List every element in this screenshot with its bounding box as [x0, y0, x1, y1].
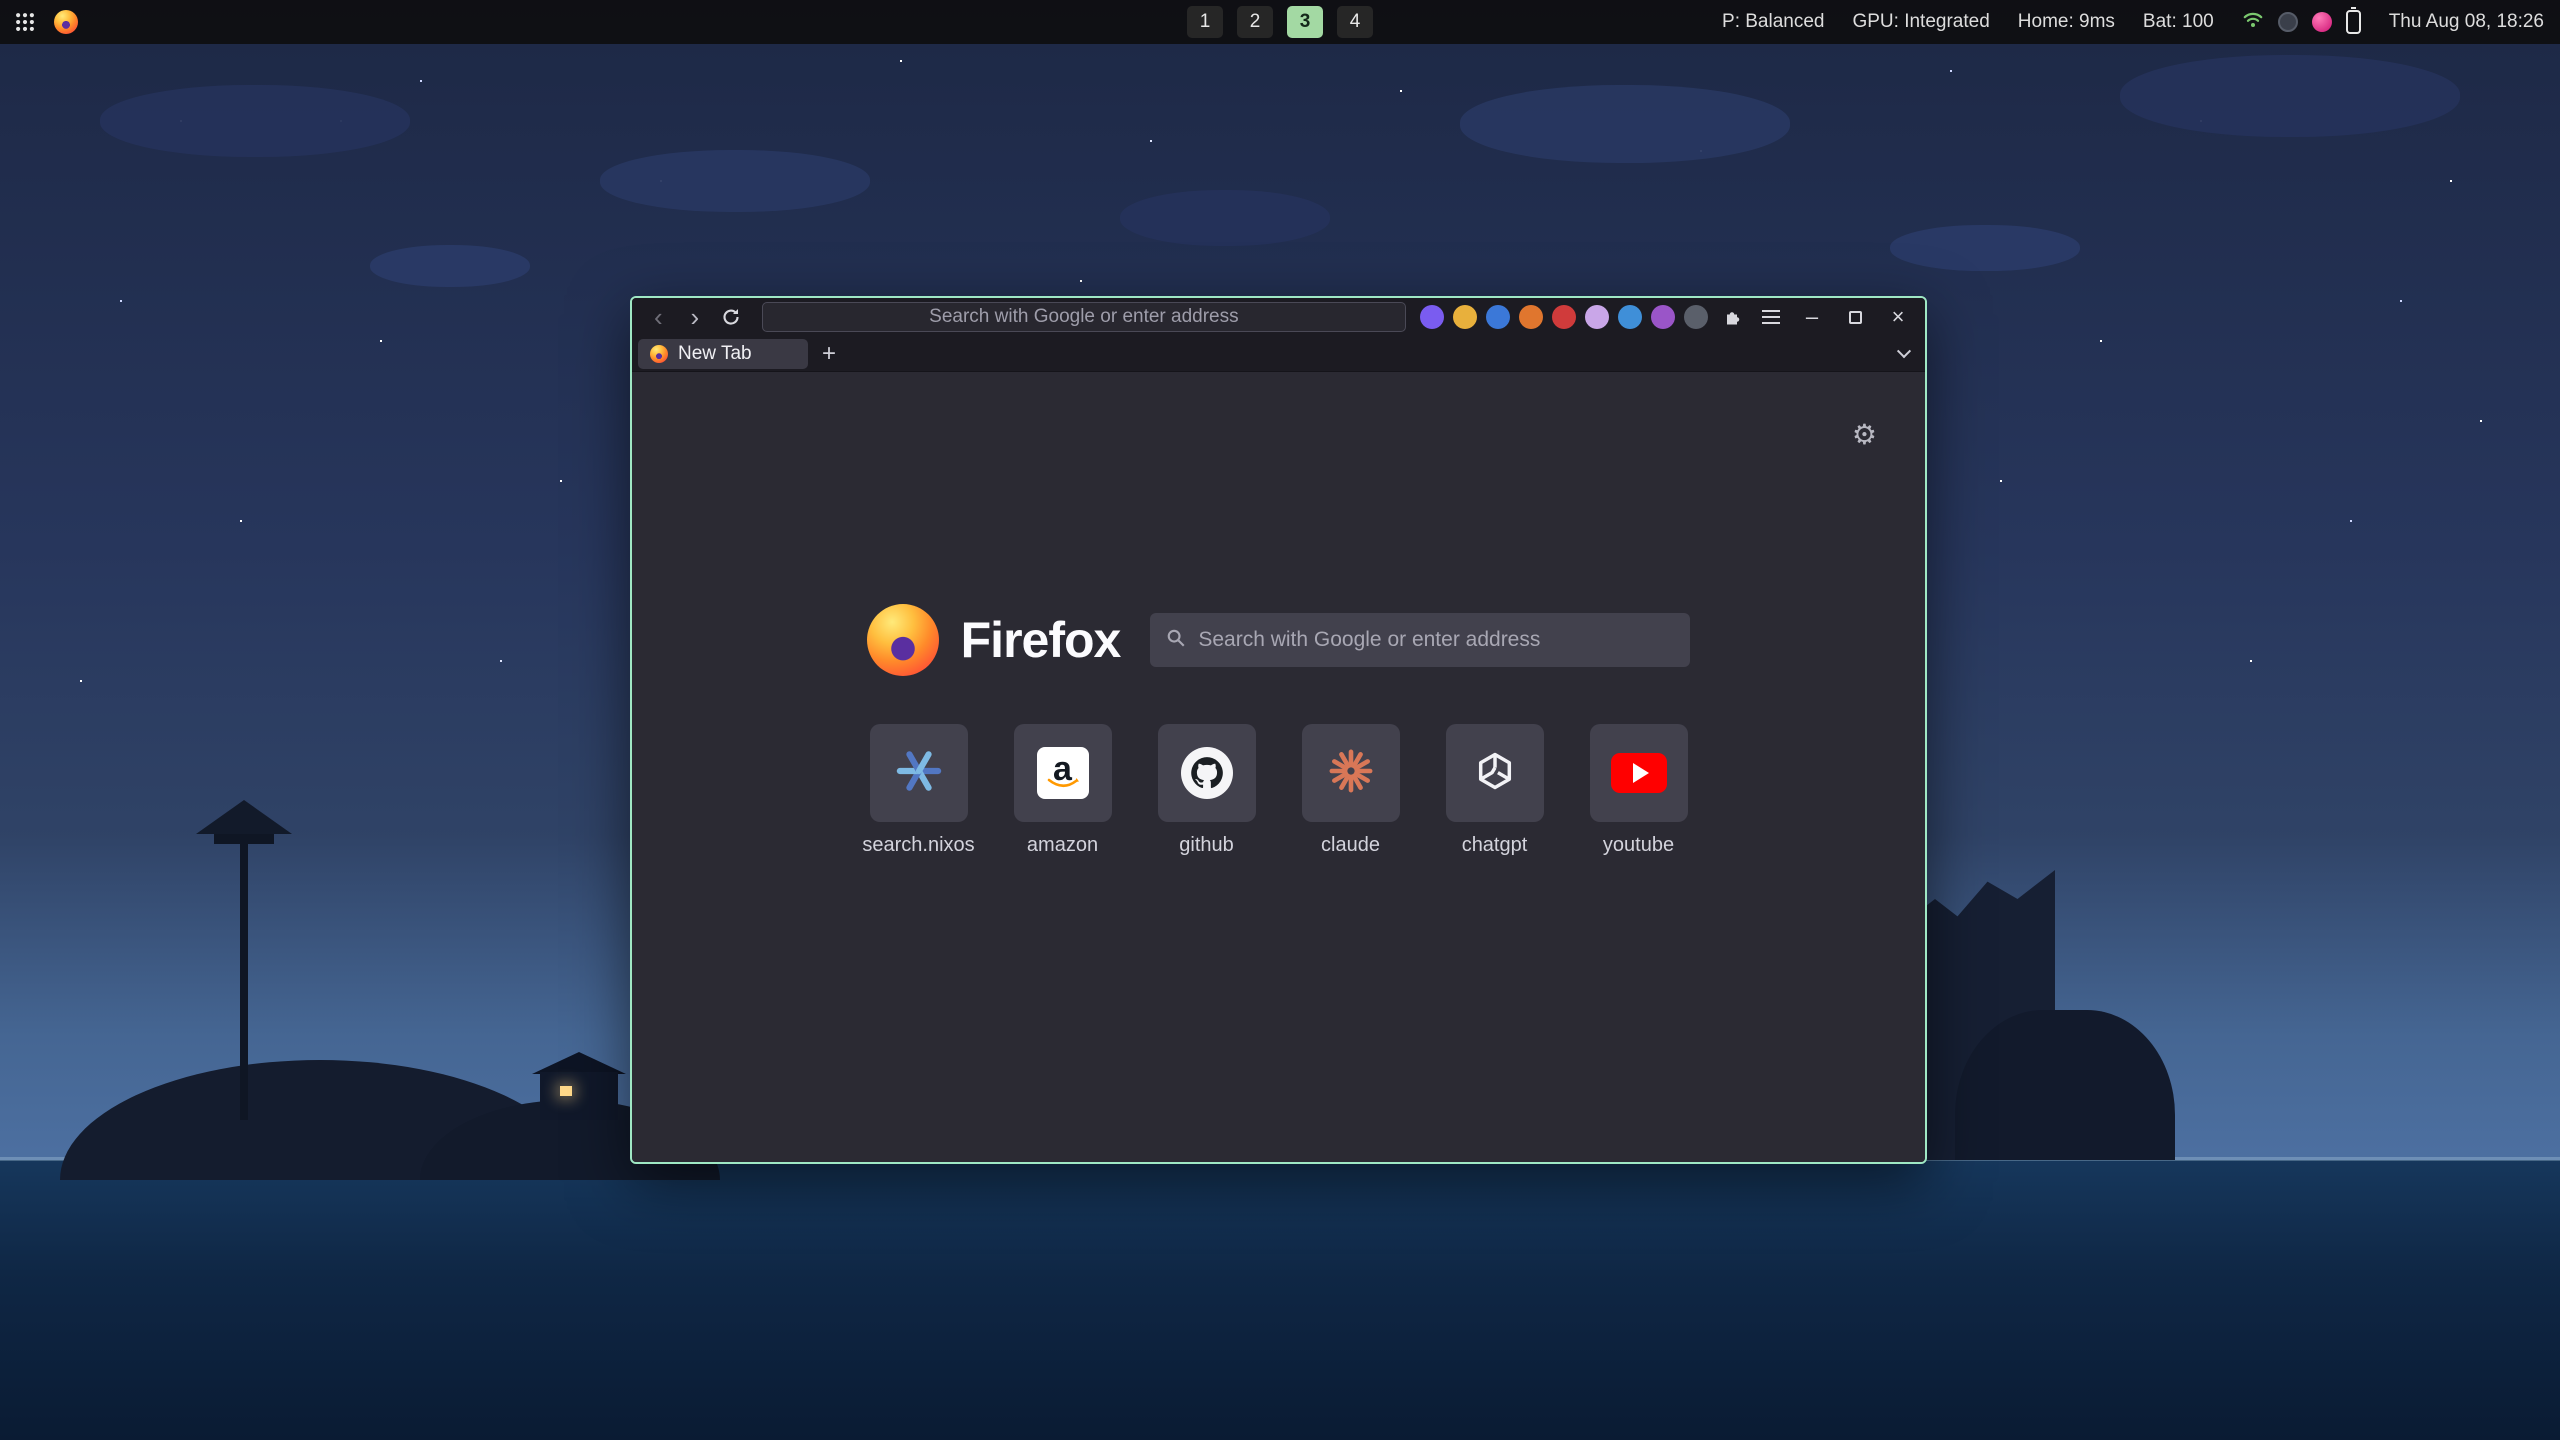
shortcut-amazon[interactable]: a amazon [1014, 724, 1112, 857]
new-tab-page: ⚙ Firefox [632, 372, 1925, 1162]
hut-window-light [560, 1086, 572, 1096]
shortcut-label: github [1179, 834, 1234, 857]
firefox-window: ‹ › – [630, 296, 1927, 1164]
watchtower [240, 820, 248, 1120]
extension-icon-2[interactable] [1453, 305, 1477, 329]
close-button[interactable]: × [1881, 302, 1915, 332]
extension-icon-5[interactable] [1552, 305, 1576, 329]
cloud [370, 245, 530, 287]
shortcut-youtube[interactable]: youtube [1590, 724, 1688, 857]
extension-icon-7[interactable] [1618, 305, 1642, 329]
minimize-button[interactable]: – [1795, 302, 1829, 332]
workspace-1[interactable]: 1 [1187, 6, 1223, 38]
firefox-logo [867, 604, 939, 676]
menu-icon[interactable] [1756, 302, 1786, 332]
network-icon[interactable] [2242, 9, 2264, 35]
shortcut-github[interactable]: github [1158, 724, 1256, 857]
extension-icon-1[interactable] [1420, 305, 1444, 329]
device-icon[interactable] [2346, 10, 2361, 34]
extensions-puzzle-icon[interactable] [1717, 302, 1747, 332]
search-icon [1166, 628, 1186, 653]
cloud [1890, 225, 2080, 271]
watchtower-roof [196, 800, 292, 834]
shortcut-card [1302, 724, 1400, 822]
shortcut-search-nixos[interactable]: search.nixos [870, 724, 968, 857]
shortcut-chatgpt[interactable]: chatgpt [1446, 724, 1544, 857]
cloud [600, 150, 870, 212]
newtab-search-bar [1150, 613, 1690, 667]
cloud [1120, 190, 1330, 246]
cliff [1955, 1010, 2175, 1160]
shortcut-card: a [1014, 724, 1112, 822]
latency-status: Home: 9ms [2018, 11, 2115, 33]
shortcut-tiles: search.nixos a amazon [870, 724, 1688, 857]
shortcut-label: chatgpt [1462, 834, 1528, 857]
back-button[interactable]: ‹ [642, 302, 675, 332]
chatgpt-icon [1473, 749, 1517, 798]
power-profile-status: P: Balanced [1722, 11, 1824, 33]
new-tab-button[interactable]: + [814, 339, 844, 369]
clock: Thu Aug 08, 18:26 [2389, 11, 2544, 33]
statusbar-icons [2242, 9, 2361, 35]
claude-icon [1328, 748, 1374, 799]
maximize-button[interactable] [1838, 302, 1872, 332]
gpu-status: GPU: Integrated [1852, 11, 1989, 33]
cloud [2120, 55, 2460, 137]
cloud [1460, 85, 1790, 163]
watchtower-deck [214, 834, 274, 844]
reload-button[interactable] [715, 302, 748, 332]
hut-roof [532, 1052, 626, 1074]
shortcut-card [1158, 724, 1256, 822]
hut [540, 1072, 618, 1120]
shortcut-card [1590, 724, 1688, 822]
cloud [100, 85, 410, 157]
personalize-gear-icon[interactable]: ⚙ [1852, 418, 1877, 451]
tab-new-tab[interactable]: New Tab [638, 339, 808, 369]
youtube-icon [1611, 753, 1667, 793]
tab-bar: New Tab + [632, 336, 1925, 372]
newtab-search-input[interactable] [1198, 628, 1674, 652]
shortcut-label: youtube [1603, 834, 1674, 857]
workspace-4[interactable]: 4 [1337, 6, 1373, 38]
firefox-favicon [650, 345, 668, 363]
shortcut-card [1446, 724, 1544, 822]
extension-buttons: – × [1420, 302, 1915, 332]
bluetooth-icon[interactable] [2278, 12, 2298, 32]
battery-status: Bat: 100 [2143, 11, 2214, 33]
shortcut-label: search.nixos [862, 834, 974, 857]
nixos-icon [896, 748, 942, 799]
extension-icon-8[interactable] [1651, 305, 1675, 329]
shortcut-card [870, 724, 968, 822]
extension-icon-4[interactable] [1519, 305, 1543, 329]
brand-row: Firefox [867, 604, 1691, 676]
browser-toolbar: ‹ › – [632, 298, 1925, 336]
ocean [0, 1160, 2560, 1440]
firefox-taskbar-icon[interactable] [54, 10, 78, 34]
statusbar-left [0, 10, 78, 34]
amazon-icon: a [1037, 747, 1089, 799]
list-all-tabs-icon[interactable] [1889, 339, 1919, 369]
firefox-wordmark: Firefox [961, 611, 1121, 669]
url-bar [762, 302, 1406, 332]
github-icon [1181, 747, 1233, 799]
extension-icon-9[interactable] [1684, 305, 1708, 329]
color-indicator-icon[interactable] [2312, 12, 2332, 32]
shortcut-label: amazon [1027, 834, 1098, 857]
tab-title: New Tab [678, 343, 752, 365]
statusbar-right: P: Balanced GPU: Integrated Home: 9ms Ba… [1722, 9, 2560, 35]
app-launcher-icon[interactable] [14, 11, 36, 33]
extension-icon-3[interactable] [1486, 305, 1510, 329]
shortcut-claude[interactable]: claude [1302, 724, 1400, 857]
forward-button[interactable]: › [679, 302, 712, 332]
workspace-3-active[interactable]: 3 [1287, 6, 1323, 38]
workspace-switcher: 1 2 3 4 [1187, 6, 1373, 38]
shortcut-label: claude [1321, 834, 1380, 857]
newtab-main: Firefox [632, 372, 1925, 857]
url-input[interactable] [763, 303, 1405, 331]
workspace-2[interactable]: 2 [1237, 6, 1273, 38]
extension-icon-6[interactable] [1585, 305, 1609, 329]
status-bar: 1 2 3 4 P: Balanced GPU: Integrated Home… [0, 0, 2560, 44]
